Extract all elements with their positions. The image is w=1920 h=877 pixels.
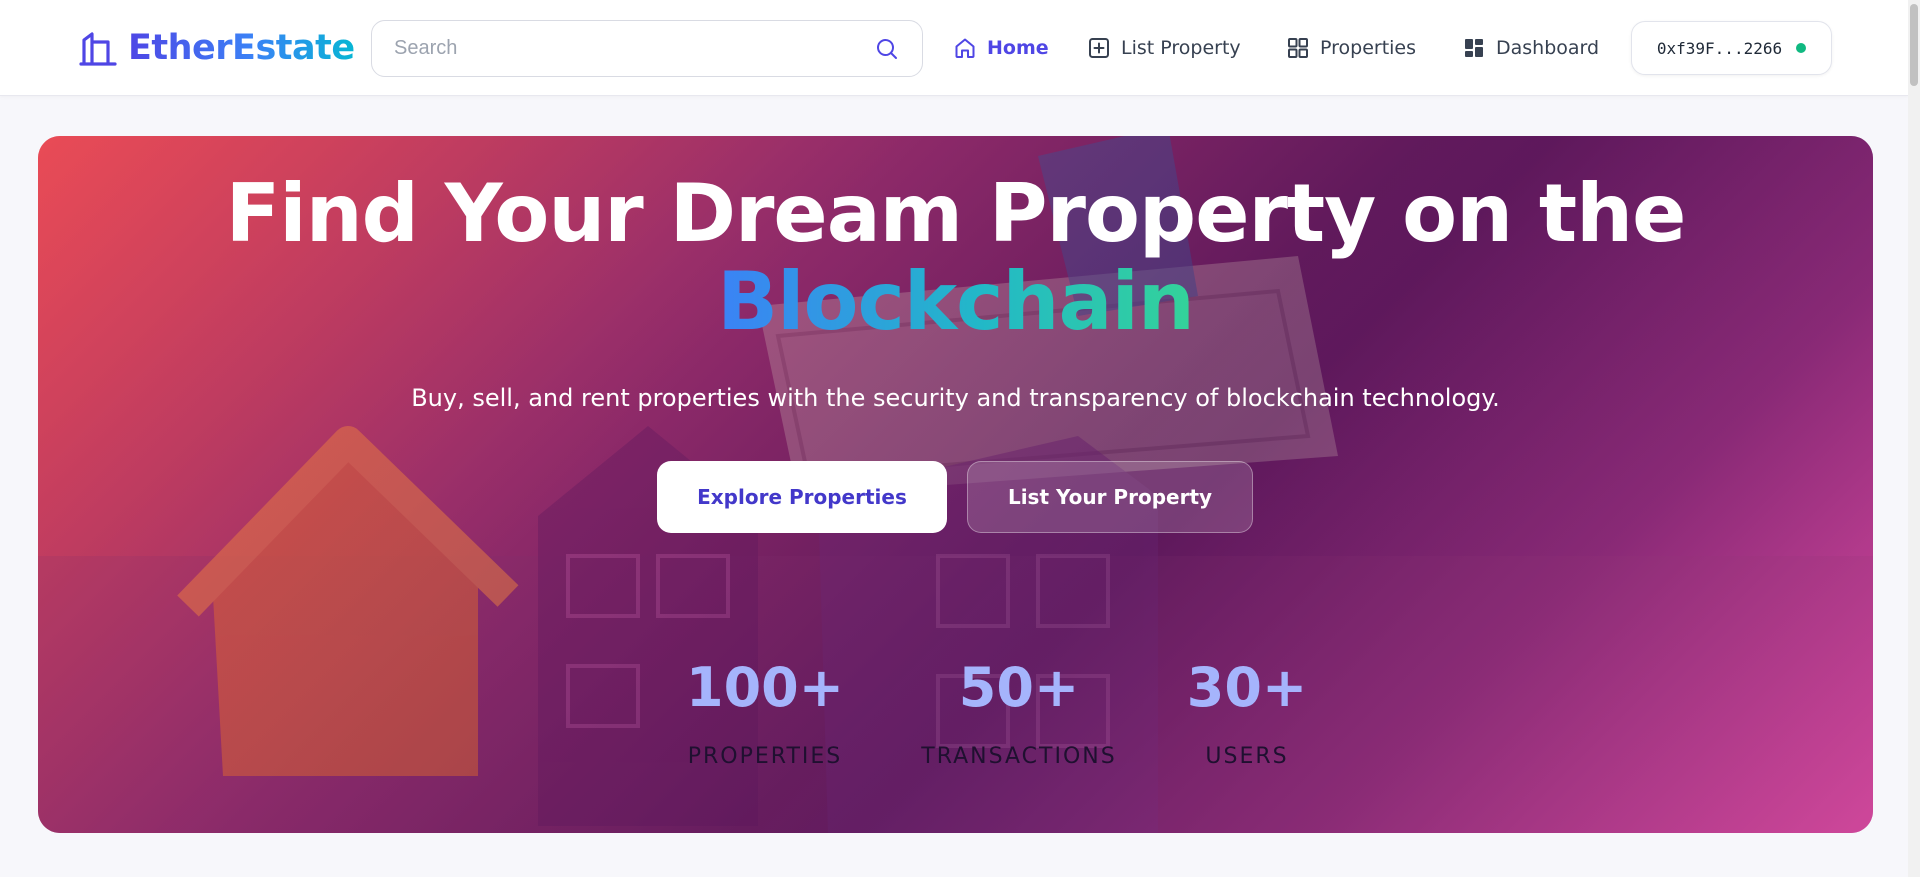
stat-value: 100+: [686, 656, 844, 719]
stat-label: TRANSACTIONS: [921, 744, 1117, 769]
hero-title: Find Your Dream Property on the Blockcha…: [38, 170, 1873, 346]
stat-label: USERS: [1205, 744, 1289, 769]
stat-value: 30+: [1186, 656, 1308, 719]
wallet-status-dot: [1796, 43, 1807, 53]
brand-logo[interactable]: EtherEstate: [78, 26, 355, 70]
search-icon[interactable]: [874, 36, 900, 62]
wallet-address: 0xf39F...2266: [1656, 38, 1783, 58]
nav-home-label: Home: [987, 37, 1049, 59]
plus-square-icon: [1089, 38, 1109, 58]
wallet-button[interactable]: 0xf39F...2266: [1631, 21, 1832, 75]
nav-dashboard[interactable]: Dashboard: [1462, 28, 1599, 68]
list-your-property-button[interactable]: List Your Property: [967, 461, 1253, 533]
stat-properties: 100+ PROPERTIES: [650, 656, 880, 769]
nav-properties-label: Properties: [1320, 37, 1417, 59]
scrollbar-thumb[interactable]: [1910, 4, 1918, 86]
hero-section: Find Your Dream Property on the Blockcha…: [38, 136, 1873, 833]
hero-title-line1: Find Your Dream Property on the: [225, 167, 1687, 260]
search-box[interactable]: [371, 20, 923, 77]
building-icon: [79, 32, 117, 66]
nav-home[interactable]: Home: [953, 28, 1049, 68]
stat-users: 30+ USERS: [1132, 656, 1362, 769]
nav-list-property-label: List Property: [1121, 37, 1241, 59]
stat-label: PROPERTIES: [687, 744, 843, 769]
explore-properties-button[interactable]: Explore Properties: [657, 461, 947, 533]
search-input[interactable]: [394, 21, 874, 76]
hero-title-highlight: Blockchain: [717, 255, 1195, 348]
home-icon: [955, 38, 975, 58]
nav-properties[interactable]: Properties: [1286, 28, 1416, 68]
nav-list-property[interactable]: List Property: [1087, 28, 1241, 68]
top-navbar: EtherEstate Home List Property Propertie…: [0, 0, 1908, 96]
stat-value: 50+: [958, 656, 1080, 719]
dashboard-icon: [1465, 39, 1483, 57]
nav-dashboard-label: Dashboard: [1496, 37, 1600, 59]
grid-icon: [1288, 38, 1308, 58]
stat-transactions: 50+ TRANSACTIONS: [899, 656, 1139, 769]
hero-subtitle: Buy, sell, and rent properties with the …: [411, 384, 1500, 412]
page-scrollbar[interactable]: [1908, 0, 1920, 877]
brand-name: EtherEstate: [128, 28, 355, 68]
